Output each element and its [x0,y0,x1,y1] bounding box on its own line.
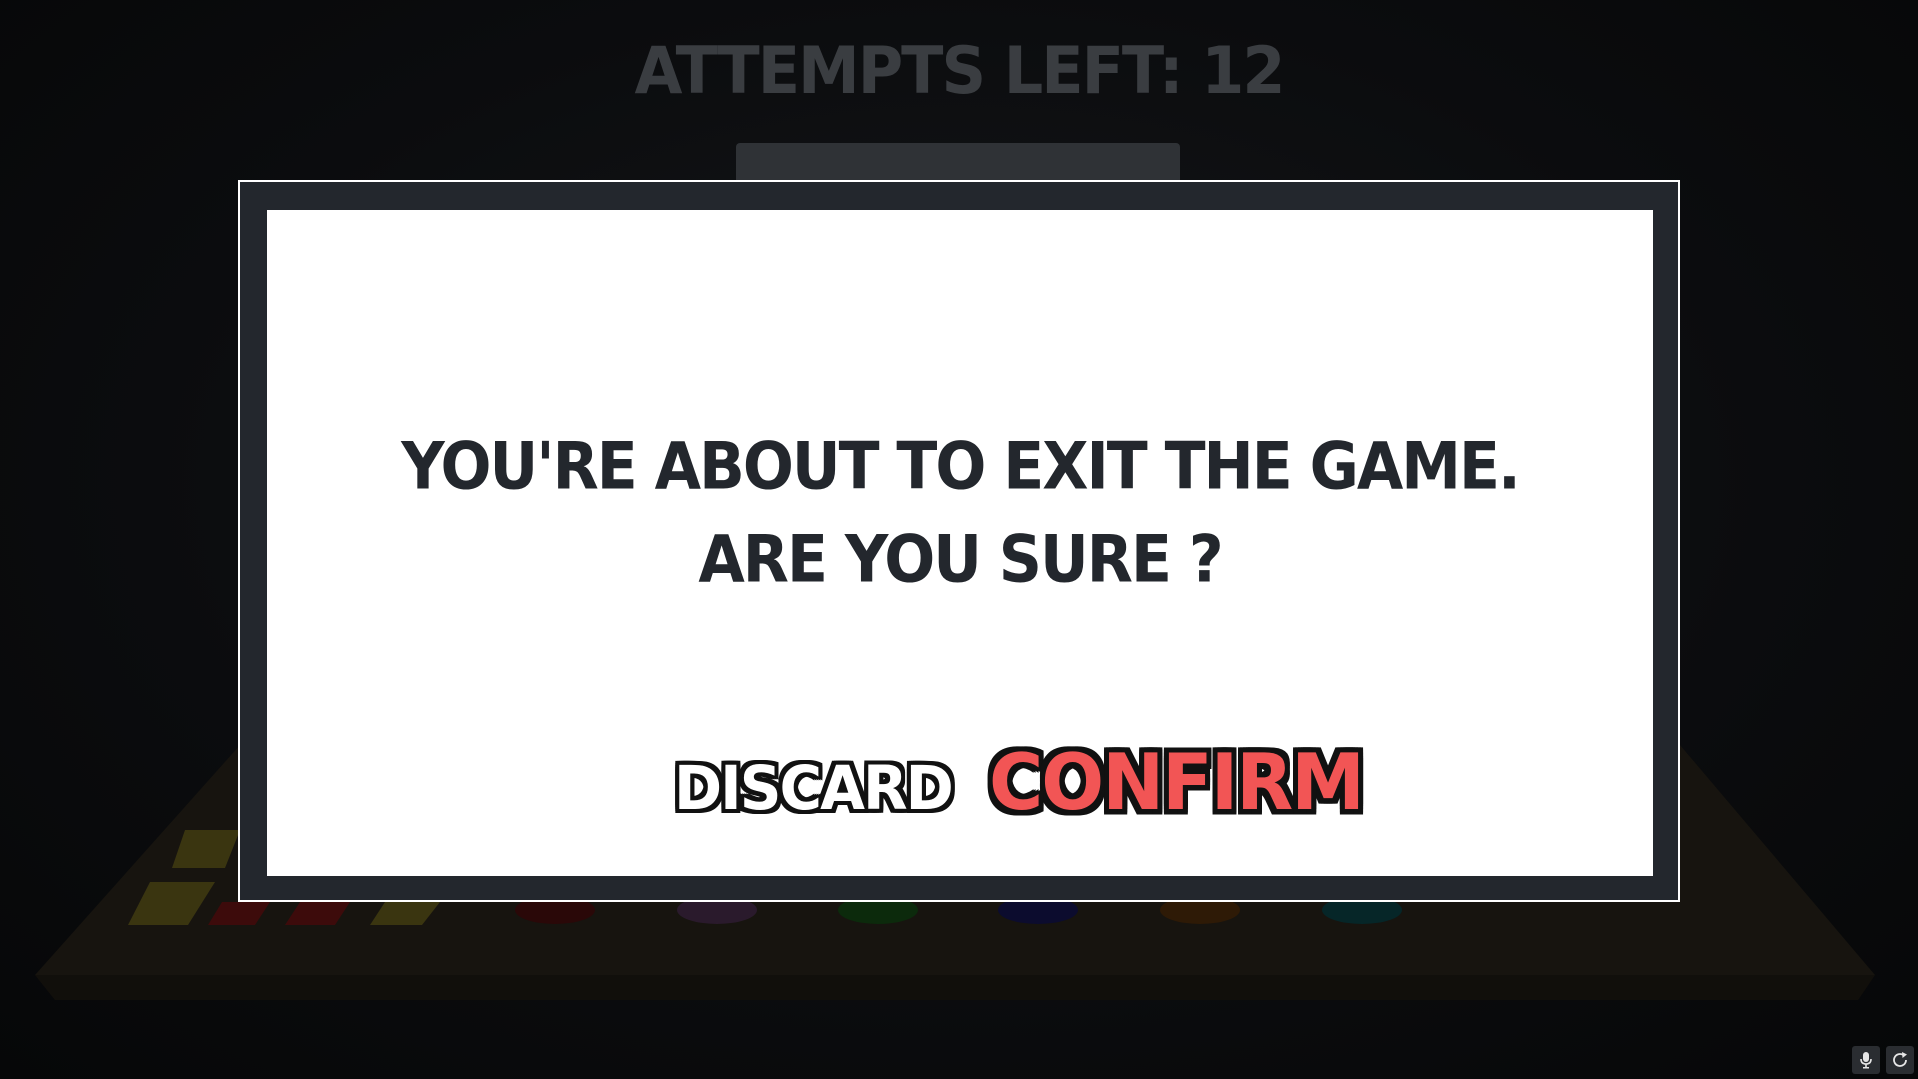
dialog-message-line2: ARE YOU SURE ? [698,522,1223,598]
reload-icon [1893,1052,1907,1067]
confirm-button[interactable]: CONFIRM [989,738,1365,828]
board-edge [35,975,1875,1000]
exit-confirm-dialog: YOU'RE ABOUT TO EXIT THE GAME. ARE YOU S… [238,180,1680,902]
dialog-message-line1: YOU'RE ABOUT TO EXIT THE GAME. [401,429,1521,505]
microphone-icon [1860,1052,1872,1069]
discard-button[interactable]: DISCARD [674,752,954,823]
microphone-button[interactable] [1852,1046,1880,1074]
reload-button[interactable] [1886,1046,1914,1074]
dialog-body: YOU'RE ABOUT TO EXIT THE GAME. ARE YOU S… [267,210,1653,876]
game-scene: ATTEMPTS LEFT: 12 YOU'RE ABOUT TO EXIT T… [0,0,1918,1079]
